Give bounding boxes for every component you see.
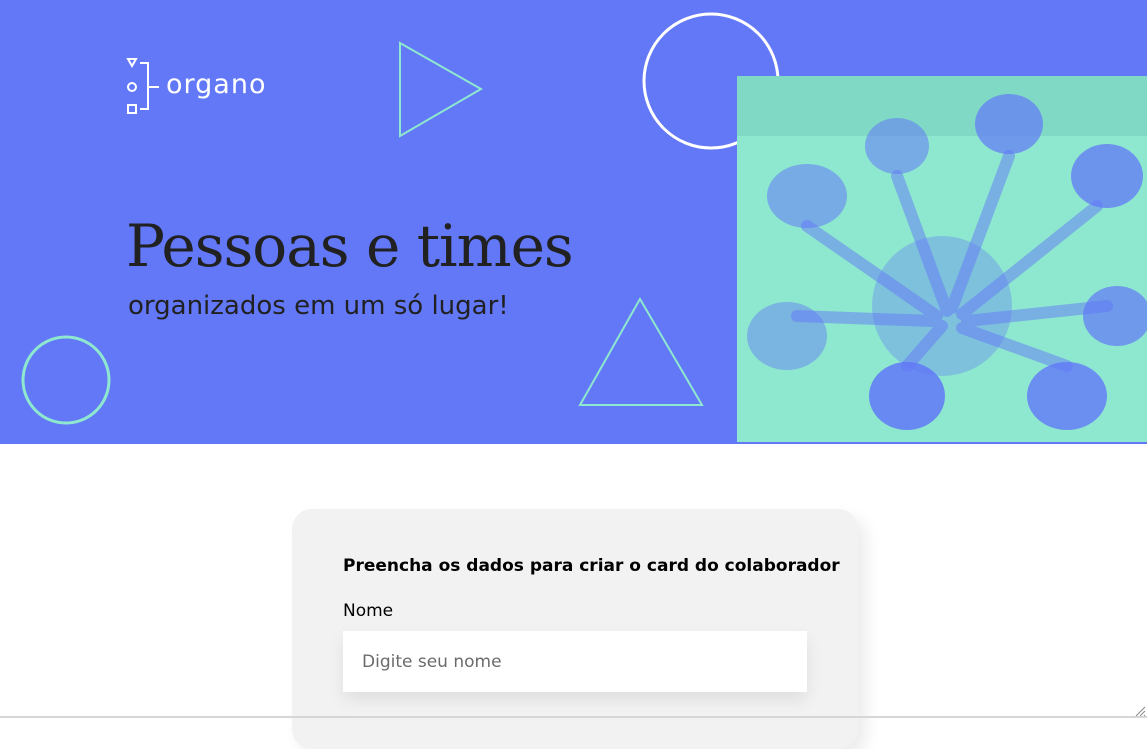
circle-outline-icon [21,335,111,425]
collaborator-form: Preencha os dados para criar o card do c… [292,509,858,749]
team-photo [737,76,1147,442]
form-heading: Preencha os dados para criar o card do c… [343,556,840,576]
banner: organo Pessoas e times organizados em um… [0,0,1147,444]
triangle-outline-icon [399,41,484,138]
logo[interactable]: organo [126,56,266,116]
logo-text: organo [166,68,267,100]
hero-subtitle: organizados em um só lugar! [128,291,509,321]
resize-handle-icon[interactable] [1134,705,1146,717]
logo-mark-icon [126,58,159,114]
name-field-label: Nome [343,601,394,621]
hero-title: Pessoas e times [126,212,574,280]
name-input[interactable] [343,631,807,692]
triangle-outline-icon [578,296,704,406]
